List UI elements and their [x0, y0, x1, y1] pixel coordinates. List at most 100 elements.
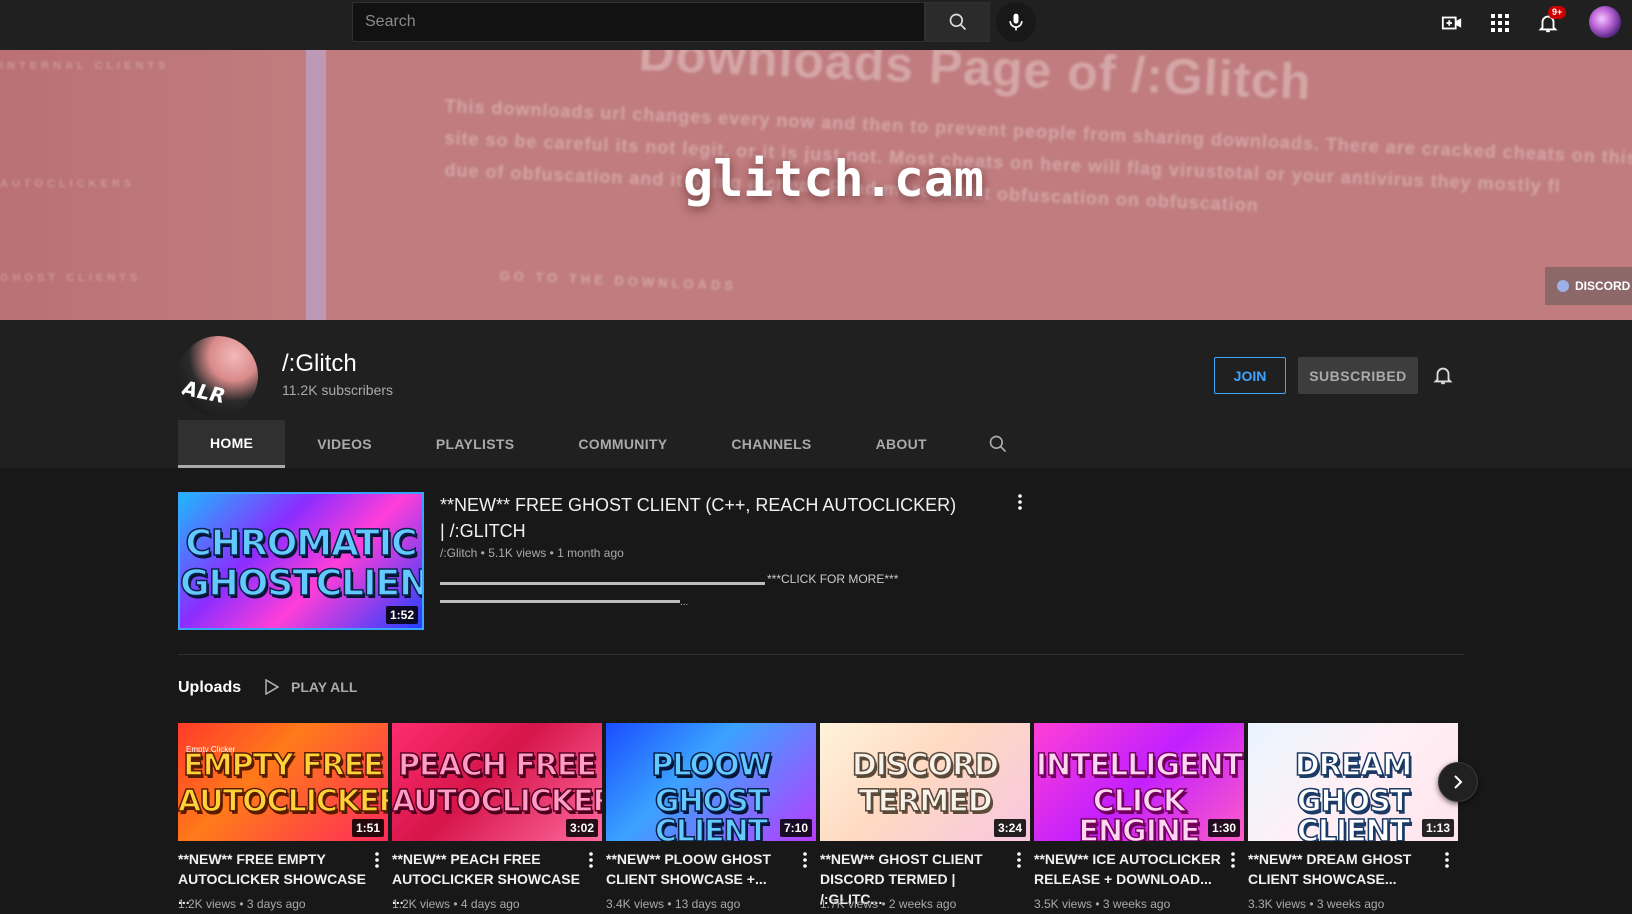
video-card[interactable]: DREAM GHOST CLIENT 1:13 **NEW** DREAM GHOST… — [1248, 723, 1458, 911]
video-card[interactable]: Empty Clicker EMPTY FREE AUTOCLICKER 1:51 **… — [178, 723, 388, 911]
create-video-button[interactable] — [1437, 8, 1467, 38]
banner-cta: GO TO THE DOWNLOADS — [499, 268, 738, 294]
thumb-text: DISCORD — [851, 748, 1000, 783]
thumb-text: PEACH FREE — [397, 748, 597, 783]
video-duration: 7:10 — [779, 819, 812, 837]
video-title[interactable]: **NEW** DREAM GHOST CLIENT SHOWCASE... — [1248, 849, 1438, 889]
play-all-button[interactable]: PLAY ALL — [265, 679, 357, 695]
discord-link[interactable]: DISCORD — [1545, 267, 1632, 305]
channel-name: /:Glitch — [282, 350, 357, 377]
search-box[interactable] — [352, 2, 925, 42]
featured-description-line — [440, 600, 680, 603]
video-menu-button[interactable] — [1226, 848, 1240, 872]
tab-playlists[interactable]: PLAYLISTS — [404, 420, 546, 468]
play-all-label: PLAY ALL — [291, 679, 358, 695]
thumb-text: AUTOCLICKER — [392, 784, 602, 819]
video-meta: 1.2K views • 4 days ago — [392, 897, 520, 911]
tab-home[interactable]: HOME — [178, 420, 286, 468]
tab-videos[interactable]: VIDEOS — [285, 420, 404, 468]
channel-avatar[interactable]: ALR — [178, 336, 258, 416]
video-duration: 1:30 — [1207, 819, 1240, 837]
apps-grid-icon — [1491, 14, 1509, 32]
video-menu-button[interactable] — [370, 848, 384, 872]
voice-search-button[interactable] — [996, 2, 1036, 42]
search-icon — [949, 13, 966, 31]
video-meta: 1.2K views • 3 days ago — [178, 897, 306, 911]
video-card[interactable]: PEACH FREE AUTOCLICKER 3:02 **NEW** PEACH F… — [392, 723, 602, 911]
tab-about[interactable]: ABOUT — [844, 420, 959, 468]
thumb-text: PLOOW — [651, 748, 773, 783]
banner-side-label: INTERNAL CLIENTS — [0, 60, 170, 72]
video-menu-button[interactable] — [1440, 848, 1454, 872]
notification-count-badge: 9+ — [1548, 6, 1567, 19]
account-avatar[interactable] — [1589, 6, 1621, 38]
thumb-text: INTELLIGENT — [1035, 748, 1244, 783]
video-duration: 1:51 — [351, 819, 384, 837]
channel-search-button[interactable] — [973, 420, 1023, 468]
video-duration: 3:02 — [565, 819, 598, 837]
chevron-right-icon — [1454, 775, 1463, 789]
join-button[interactable]: JOIN — [1214, 357, 1286, 394]
more-vert-icon — [1445, 852, 1449, 868]
next-arrow-button[interactable] — [1438, 762, 1478, 802]
thumb-text: AUTOCLICKER — [178, 784, 388, 819]
featured-video-thumbnail[interactable]: CHROMATIC GHOSTCLIENT 1:52 — [178, 492, 424, 630]
thumb-text: EMPTY FREE — [182, 748, 384, 783]
more-vert-icon — [1231, 852, 1235, 868]
video-plus-icon — [1441, 16, 1462, 30]
video-thumbnail[interactable]: PEACH FREE AUTOCLICKER 3:02 — [392, 723, 602, 841]
more-vert-icon — [375, 852, 379, 868]
video-thumbnail[interactable]: DREAM GHOST CLIENT 1:13 — [1248, 723, 1458, 841]
video-menu-button[interactable] — [1012, 848, 1026, 872]
featured-video-title[interactable]: **NEW** FREE GHOST CLIENT (C++, REACH AU… — [440, 492, 960, 544]
discord-label: DISCORD — [1575, 279, 1631, 293]
video-menu-button[interactable] — [584, 848, 598, 872]
more-vert-icon — [1017, 852, 1021, 868]
banner-side-label: AUTOCLICKERS — [0, 178, 136, 190]
banner-stripe — [306, 50, 326, 320]
video-meta: 1.7K views • 2 weeks ago — [820, 897, 957, 911]
video-duration: 1:13 — [1421, 819, 1454, 837]
bell-icon — [1433, 367, 1453, 385]
banner-headline: Downloads Page of /:Glitch — [637, 50, 1313, 111]
thumb-text: DREAM — [1294, 748, 1413, 783]
video-thumbnail[interactable]: DISCORD TERMED 3:24 — [820, 723, 1030, 841]
channel-notification-button[interactable] — [1428, 360, 1458, 390]
more-vert-icon — [589, 852, 593, 868]
apps-button[interactable] — [1485, 8, 1515, 38]
tab-channels[interactable]: CHANNELS — [699, 420, 843, 468]
featured-description: ***CLICK FOR MORE*** — [767, 572, 899, 586]
subscriber-count: 11.2K subscribers — [282, 382, 394, 398]
featured-video-menu-button[interactable] — [1010, 490, 1030, 514]
discord-icon — [1557, 280, 1569, 292]
video-card[interactable]: PLOOW GHOST CLIENT 7:10 **NEW** PLOOW GHOST… — [606, 723, 816, 911]
more-vert-icon — [1018, 494, 1022, 510]
subscribed-button[interactable]: SUBSCRIBED — [1298, 357, 1418, 394]
channel-tabs: HOME VIDEOS PLAYLISTS COMMUNITY CHANNELS… — [178, 420, 1023, 468]
notifications-button[interactable]: 9+ — [1533, 6, 1567, 38]
tab-community[interactable]: COMMUNITY — [546, 420, 699, 468]
thumb-text: TERMED — [858, 784, 994, 819]
video-menu-button[interactable] — [798, 848, 812, 872]
uploads-heading[interactable]: Uploads — [178, 679, 241, 697]
channel-banner: INTERNAL CLIENTS AUTOCLICKERS GHOST CLIE… — [0, 50, 1632, 320]
channel-header: ALR /:Glitch 11.2K subscribers JOIN SUBS… — [0, 320, 1632, 468]
video-meta: 3.3K views • 3 weeks ago — [1248, 897, 1385, 911]
video-thumbnail[interactable]: PLOOW GHOST CLIENT 7:10 — [606, 723, 816, 841]
video-title[interactable]: **NEW** ICE AUTOCLICKER RELEASE + DOWNLO… — [1034, 849, 1224, 889]
video-card[interactable]: INTELLIGENT CLICK ENGINE 1:30 **NEW** ICE A… — [1034, 723, 1244, 911]
search-input[interactable] — [353, 3, 924, 41]
video-thumbnail[interactable]: Empty Clicker EMPTY FREE AUTOCLICKER 1:51 — [178, 723, 388, 841]
video-duration: 3:24 — [993, 819, 1026, 837]
video-duration: 1:52 — [385, 606, 418, 624]
featured-description-line — [440, 582, 765, 585]
play-icon — [265, 679, 279, 695]
video-card[interactable]: DISCORD TERMED 3:24 **NEW** GHOST CLIENT DI… — [820, 723, 1030, 911]
featured-video-meta: /:Glitch • 5.1K views • 1 month ago — [440, 546, 624, 560]
video-thumbnail[interactable]: INTELLIGENT CLICK ENGINE 1:30 — [1034, 723, 1244, 841]
video-title[interactable]: **NEW** PLOOW GHOST CLIENT SHOWCASE +... — [606, 849, 796, 889]
microphone-icon — [1009, 13, 1023, 31]
featured-thumb-text: CHROMATIC — [185, 523, 419, 564]
channel-avatar-text: ALR — [179, 375, 228, 409]
search-button[interactable] — [925, 2, 990, 42]
